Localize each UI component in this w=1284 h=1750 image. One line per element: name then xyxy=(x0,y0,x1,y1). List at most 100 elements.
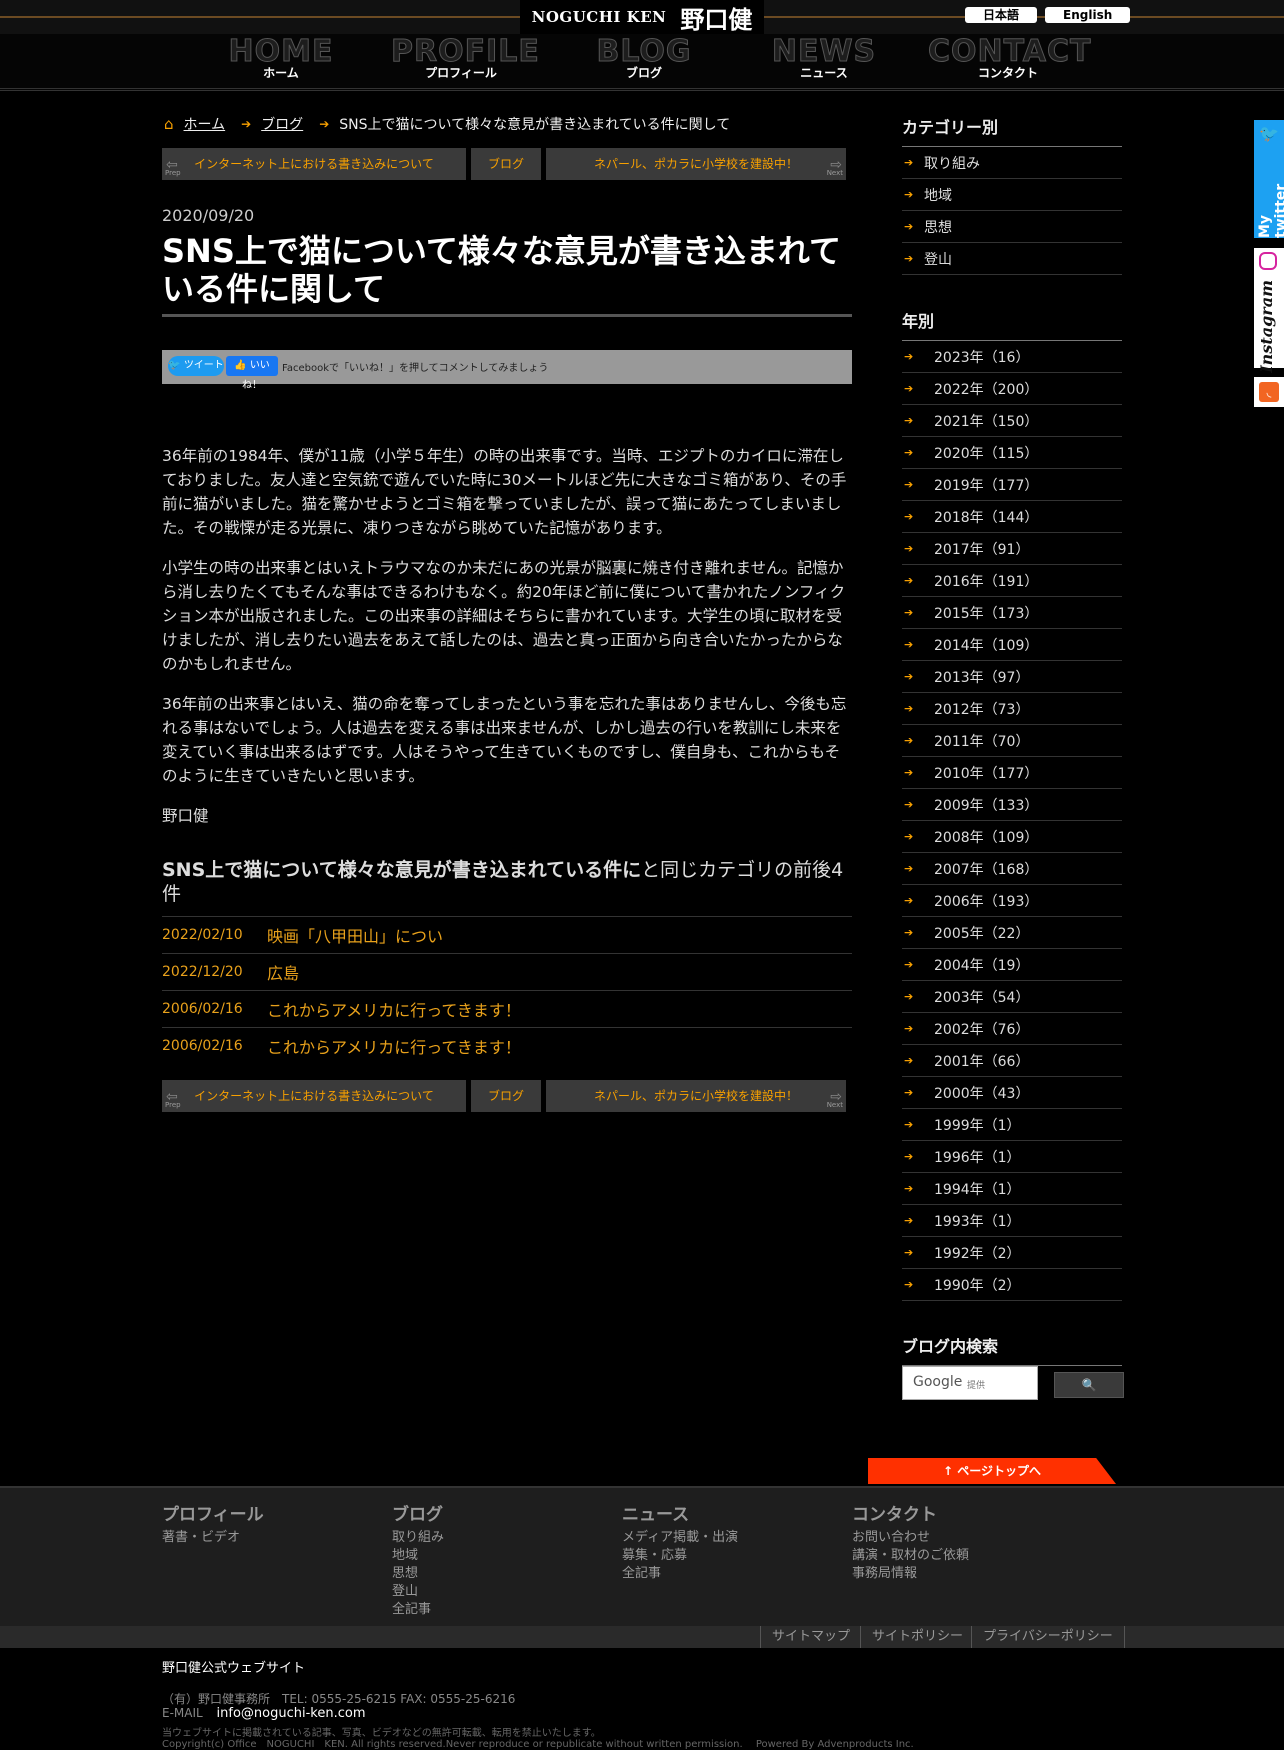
year-item[interactable]: ➔ 1994年（1） xyxy=(902,1173,1122,1205)
year-item[interactable]: ➔ 1992年（2） xyxy=(902,1237,1122,1269)
site-logo[interactable]: NOGUCHI KEN 野口健 xyxy=(520,0,764,34)
year-item[interactable]: ➔ 2011年（70） xyxy=(902,725,1122,757)
next-post-link[interactable]: ⇨ Next ネパール、ポカラに小学校を建設中！ xyxy=(546,148,846,180)
year-item[interactable]: ➔ 2000年（43） xyxy=(902,1077,1122,1109)
privacy-policy-link[interactable]: プライバシーポリシー xyxy=(971,1626,1125,1648)
related-item[interactable]: 2006/02/16 これからアメリカに行ってきます！ xyxy=(162,1027,852,1064)
year-item[interactable]: ➔ 2010年（177） xyxy=(902,757,1122,789)
year-item[interactable]: ➔ 2013年（97） xyxy=(902,661,1122,693)
year-item[interactable]: ➔ 2006年（193） xyxy=(902,885,1122,917)
breadcrumb-home[interactable]: ホーム xyxy=(184,114,226,134)
category-item[interactable]: ➔ 地域 xyxy=(902,179,1122,211)
email-label: E-MAIL xyxy=(162,1706,203,1720)
next-tag: Next xyxy=(826,1101,843,1109)
logo-en: NOGUCHI KEN xyxy=(531,8,667,26)
nav-contact[interactable]: CONTACT コンタクト xyxy=(928,34,1091,81)
footer-heading[interactable]: コンタクト xyxy=(852,1500,1072,1525)
tweet-button[interactable]: 🐦 ツイート xyxy=(168,356,224,376)
category-link[interactable]: ブログ xyxy=(471,1080,541,1112)
footer-heading[interactable]: ニュース xyxy=(622,1500,842,1525)
nav-profile[interactable]: PROFILE プロフィール xyxy=(391,34,540,81)
year-item[interactable]: ➔ 2002年（76） xyxy=(902,1013,1122,1045)
year-item[interactable]: ➔ 2015年（173） xyxy=(902,597,1122,629)
year-item[interactable]: ➔ 2001年（66） xyxy=(902,1045,1122,1077)
footer-heading[interactable]: ブログ xyxy=(392,1500,612,1525)
footer-link[interactable]: 思想 xyxy=(392,1565,612,1583)
like-button[interactable]: 👍 いいね！ xyxy=(226,356,278,391)
lang-ja-button[interactable]: 日本語 xyxy=(965,7,1038,23)
footer-link[interactable]: メディア掲載・出演 xyxy=(622,1529,842,1547)
related-title[interactable]: 広島 xyxy=(267,960,299,984)
year-item[interactable]: ➔ 2004年（19） xyxy=(902,949,1122,981)
year-item[interactable]: ➔ 2003年（54） xyxy=(902,981,1122,1013)
footer-link[interactable]: お問い合わせ xyxy=(852,1529,1072,1547)
year-item[interactable]: ➔ 2009年（133） xyxy=(902,789,1122,821)
footer-link[interactable]: 募集・応募 xyxy=(622,1547,842,1565)
twitter-bird-icon: 🐦 xyxy=(168,360,184,371)
category-item[interactable]: ➔ 登山 xyxy=(902,243,1122,275)
email-link[interactable]: info@noguchi-ken.com xyxy=(217,1706,366,1721)
site-policy-link[interactable]: サイトポリシー xyxy=(860,1626,974,1648)
next-post-link[interactable]: ⇨ Next ネパール、ポカラに小学校を建設中！ xyxy=(546,1080,846,1112)
search-input[interactable]: Google 提供 xyxy=(902,1366,1038,1400)
arrow-right-icon: ➔ xyxy=(904,414,914,427)
twitter-side-link[interactable]: 🐦 My twitter xyxy=(1254,120,1284,238)
category-item[interactable]: ➔ 取り組み xyxy=(902,147,1122,179)
footer-heading[interactable]: プロフィール xyxy=(162,1500,382,1525)
year-item[interactable]: ➔ 2012年（73） xyxy=(902,693,1122,725)
year-item[interactable]: ➔ 2017年（91） xyxy=(902,533,1122,565)
related-title[interactable]: これからアメリカに行ってきます！ xyxy=(267,997,521,1021)
footer-link[interactable]: 全記事 xyxy=(392,1601,612,1619)
related-title[interactable]: 映画「八甲田山」につい xyxy=(267,923,443,947)
rss-icon: ◟ xyxy=(1259,382,1279,402)
year-label: 1990年（2） xyxy=(934,1277,1021,1294)
footer-link[interactable]: 講演・取材のご依頼 xyxy=(852,1547,1072,1565)
year-item[interactable]: ➔ 2014年（109） xyxy=(902,629,1122,661)
year-label: 2007年（168） xyxy=(934,861,1039,878)
breadcrumb-blog[interactable]: ブログ xyxy=(261,114,303,134)
year-item[interactable]: ➔ 2018年（144） xyxy=(902,501,1122,533)
nav-news[interactable]: NEWS ニュース xyxy=(754,34,894,81)
year-item[interactable]: ➔ 1993年（1） xyxy=(902,1205,1122,1237)
footer-link[interactable]: 登山 xyxy=(392,1583,612,1601)
nav-blog[interactable]: BLOG ブログ xyxy=(574,34,714,81)
prev-post-link[interactable]: ⇦ Prep インターネット上における書き込みについて xyxy=(162,148,466,180)
year-item[interactable]: ➔ 2019年（177） xyxy=(902,469,1122,501)
rss-side-link[interactable]: ◟ xyxy=(1254,377,1284,407)
logo-jp: 野口健 xyxy=(680,4,753,34)
year-item[interactable]: ➔ 2008年（109） xyxy=(902,821,1122,853)
page-top-button[interactable]: ↑ ページトップへ xyxy=(868,1458,1116,1484)
year-item[interactable]: ➔ 2016年（191） xyxy=(902,565,1122,597)
footer-link[interactable]: 地域 xyxy=(392,1547,612,1565)
sitemap-link[interactable]: サイトマップ xyxy=(760,1626,861,1648)
related-item[interactable]: 2022/12/20 広島 xyxy=(162,953,852,990)
year-label: 2005年（22） xyxy=(934,925,1030,942)
year-item[interactable]: ➔ 1999年（1） xyxy=(902,1109,1122,1141)
arrow-right-icon: ➔ xyxy=(904,1022,914,1035)
prev-post-link[interactable]: ⇦ Prep インターネット上における書き込みについて xyxy=(162,1080,466,1112)
year-item[interactable]: ➔ 2005年（22） xyxy=(902,917,1122,949)
year-item[interactable]: ➔ 2022年（200） xyxy=(902,373,1122,405)
lang-en-button[interactable]: English xyxy=(1045,7,1131,23)
category-link[interactable]: ブログ xyxy=(471,148,541,180)
footer-link[interactable]: 全記事 xyxy=(622,1565,842,1583)
search-button[interactable]: 🔍 xyxy=(1054,1372,1124,1398)
sidebar-search: ブログ内検索 xyxy=(902,1333,1122,1366)
year-label: 1992年（2） xyxy=(934,1245,1021,1262)
year-item[interactable]: ➔ 2021年（150） xyxy=(902,405,1122,437)
year-item[interactable]: ➔ 2020年（115） xyxy=(902,437,1122,469)
year-item[interactable]: ➔ 1990年（2） xyxy=(902,1269,1122,1301)
nav-home[interactable]: HOME ホーム xyxy=(211,34,351,81)
footer-link[interactable]: 事務局情報 xyxy=(852,1565,1072,1583)
arrow-right-icon: ➔ xyxy=(904,926,914,939)
footer-link[interactable]: 取り組み xyxy=(392,1529,612,1547)
related-item[interactable]: 2006/02/16 これからアメリカに行ってきます！ xyxy=(162,990,852,1027)
related-title[interactable]: これからアメリカに行ってきます！ xyxy=(267,1034,521,1058)
footer-link[interactable]: 著書・ビデオ xyxy=(162,1529,382,1547)
instagram-side-link[interactable]: Instagram xyxy=(1254,248,1284,373)
year-item[interactable]: ➔ 2007年（168） xyxy=(902,853,1122,885)
year-item[interactable]: ➔ 1996年（1） xyxy=(902,1141,1122,1173)
related-item[interactable]: 2022/02/10 映画「八甲田山」につい xyxy=(162,916,852,953)
category-item[interactable]: ➔ 思想 xyxy=(902,211,1122,243)
year-item[interactable]: ➔ 2023年（16） xyxy=(902,341,1122,373)
